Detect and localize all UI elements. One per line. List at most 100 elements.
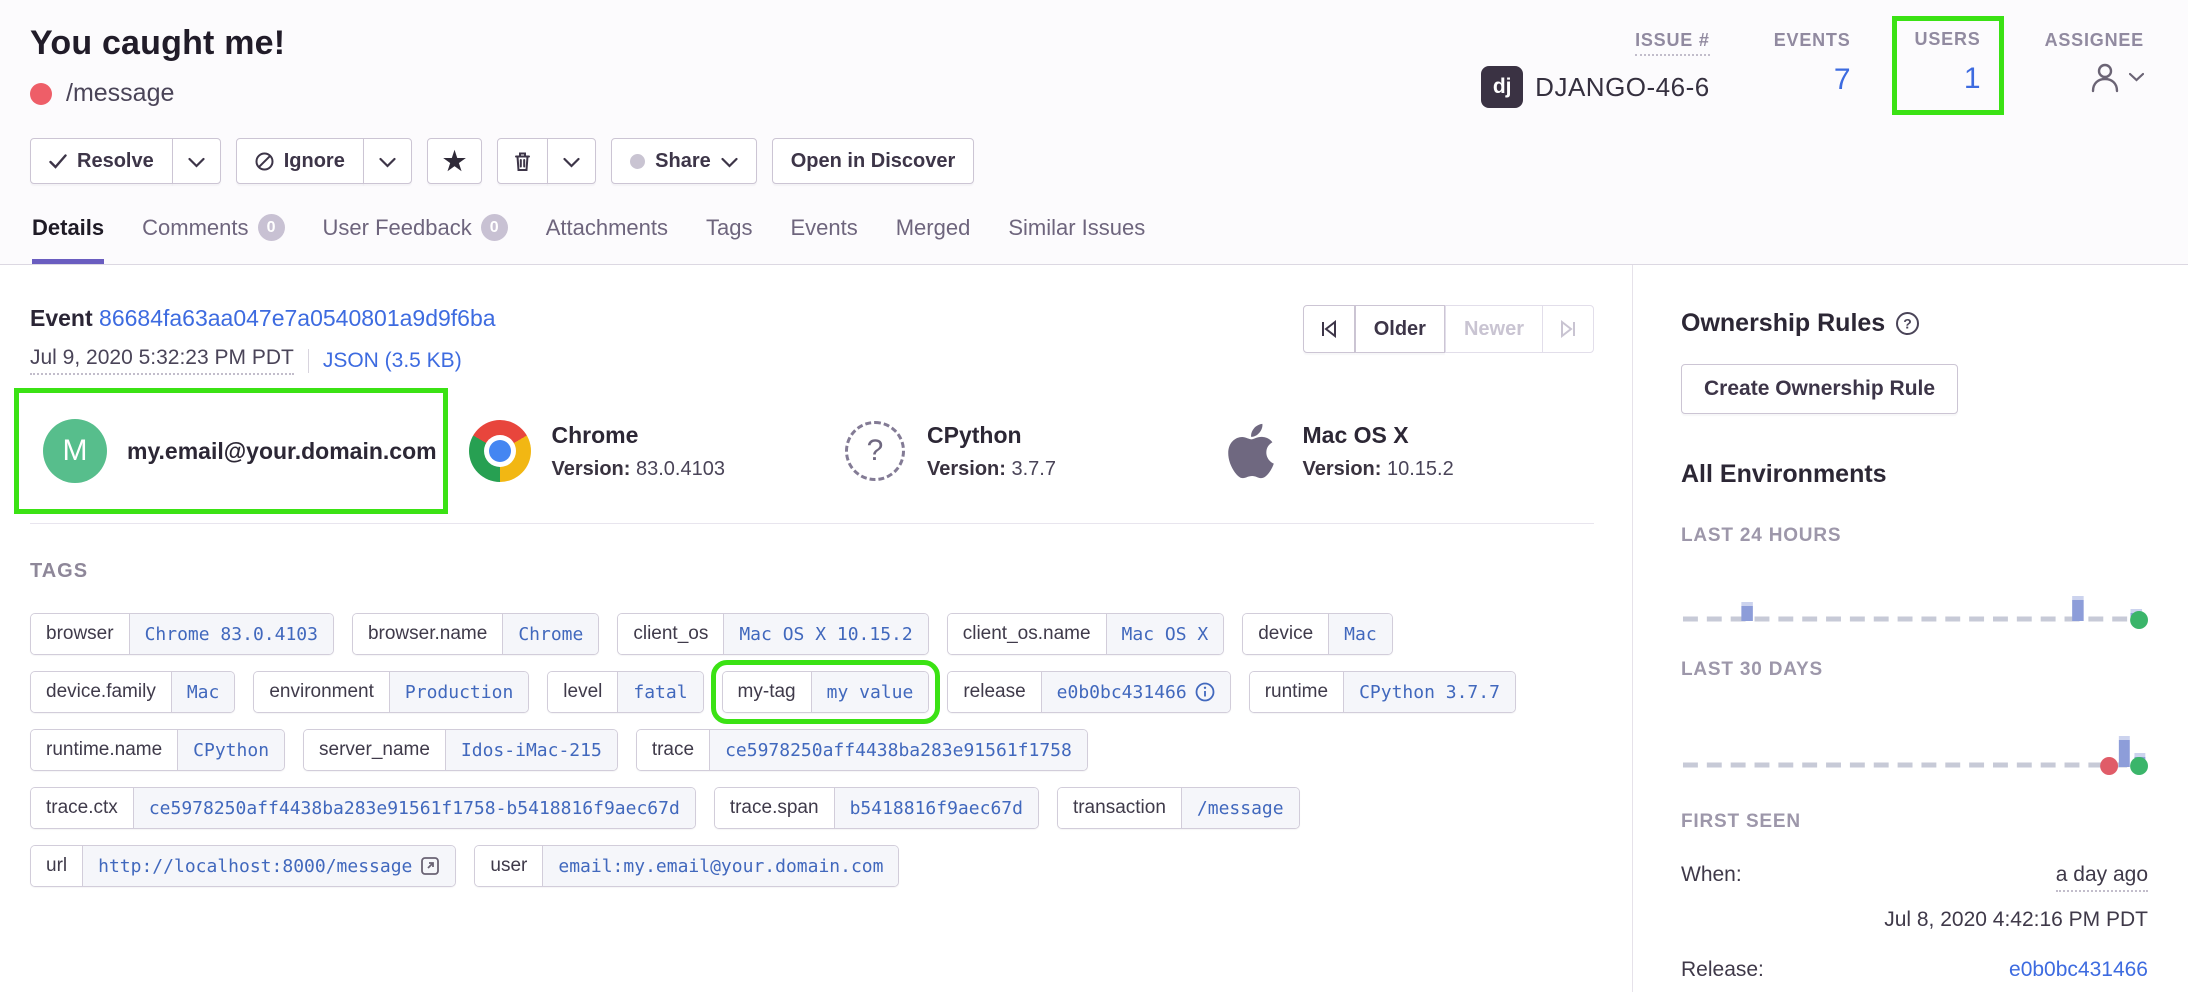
tag-key: browser.name	[353, 614, 502, 654]
assignee-dropdown[interactable]	[2087, 59, 2144, 95]
tag-key: trace.span	[715, 788, 834, 828]
stat-issue-number: ISSUE # dj DJANGO-46-6	[1481, 30, 1710, 108]
tag-pill: transaction /message	[1057, 787, 1300, 829]
tag-value-link[interactable]: b5418816f9aec67d	[834, 788, 1038, 828]
ban-icon	[255, 152, 274, 171]
tab-badge: 0	[481, 214, 508, 241]
tag-value-link[interactable]: Mac	[1328, 614, 1392, 654]
tag-pill: trace ce5978250aff4438ba283e91561f1758	[636, 729, 1088, 771]
tag-value-link[interactable]: CPython 3.7.7	[1343, 672, 1515, 712]
tag-pill: runtime.name CPython	[30, 729, 285, 771]
tab-list: Details Comments 0 User Feedback 0 Attac…	[30, 214, 2148, 264]
ignore-dropdown-button[interactable]	[363, 138, 412, 184]
tag-key: level	[548, 672, 617, 712]
tag-pill: level fatal	[547, 671, 703, 713]
newer-event-button[interactable]: Newer	[1445, 305, 1543, 353]
resolve-dropdown-button[interactable]	[172, 138, 221, 184]
event-json-link[interactable]: JSON (3.5 KB)	[323, 349, 462, 373]
chevron-down-icon	[2129, 72, 2144, 82]
tag-key: device	[1243, 614, 1328, 654]
resolve-button[interactable]: Resolve	[30, 138, 173, 184]
django-project-icon: dj	[1481, 66, 1523, 108]
last-24-hours-label: LAST 24 HOURS	[1681, 525, 2148, 547]
first-seen-release-link[interactable]: e0b0bc431466	[2009, 958, 2148, 982]
tag-value-link[interactable]: CPython	[177, 730, 284, 770]
tag-pill: trace.span b5418816f9aec67d	[714, 787, 1039, 829]
tag-value-link[interactable]: ce5978250aff4438ba283e91561f1758-b541881…	[133, 788, 695, 828]
tag-value-link[interactable]: Production	[389, 672, 528, 712]
tab-tags[interactable]: Tags	[706, 214, 752, 264]
browser-context-card: Chrome Version: 83.0.4103	[468, 419, 844, 483]
divider	[308, 349, 309, 373]
tab-details[interactable]: Details	[32, 214, 104, 264]
event-timestamp: Jul 9, 2020 5:32:23 PM PDT	[30, 346, 294, 375]
tag-value-link[interactable]: Chrome	[502, 614, 598, 654]
skip-to-latest-button[interactable]	[1542, 305, 1594, 353]
older-event-button[interactable]: Older	[1355, 305, 1445, 353]
issue-sidebar: Ownership Rules ? Create Ownership Rule …	[1632, 265, 2188, 992]
tab-merged[interactable]: Merged	[896, 214, 971, 264]
share-button[interactable]: Share	[611, 138, 757, 184]
tag-key: my-tag	[723, 672, 811, 712]
tag-value-link[interactable]: /message	[1181, 788, 1299, 828]
tag-value-link[interactable]: Mac	[171, 672, 235, 712]
chevron-down-icon	[379, 157, 396, 168]
tag-value-link[interactable]: fatal	[617, 672, 702, 712]
stat-users: USERS 1	[1915, 29, 1981, 96]
last-30-days-sparkline	[1681, 731, 2148, 775]
tag-value-link[interactable]: Idos-iMac-215	[445, 730, 617, 770]
tag-value-link[interactable]: Mac OS X	[1106, 614, 1224, 654]
tab-attachments[interactable]: Attachments	[546, 214, 668, 264]
tab-label: Similar Issues	[1008, 215, 1145, 241]
tag-value-link[interactable]: Chrome 83.0.4103	[129, 614, 333, 654]
apple-icon	[1224, 420, 1278, 482]
events-label: EVENTS	[1774, 30, 1851, 51]
first-seen-absolute: Jul 8, 2020 4:42:16 PM PDT	[1681, 908, 2148, 932]
tab-label: Comments	[142, 215, 248, 241]
tag-value-link[interactable]: my value	[811, 672, 929, 712]
bookmark-star-button[interactable]: ★	[427, 138, 482, 184]
tab-label: Events	[790, 215, 857, 241]
tag-pill: device.family Mac	[30, 671, 235, 713]
tag-pill: device Mac	[1242, 613, 1392, 655]
tag-key: runtime	[1250, 672, 1343, 712]
external-link-icon[interactable]	[420, 856, 440, 876]
event-pagination: Older Newer	[1303, 305, 1594, 353]
tab-events[interactable]: Events	[790, 214, 857, 264]
stat-events: EVENTS 7	[1774, 30, 1851, 97]
events-count-link[interactable]: 7	[1834, 63, 1851, 97]
delete-button[interactable]	[497, 138, 548, 184]
tab-similar-issues[interactable]: Similar Issues	[1008, 214, 1145, 264]
ignore-button[interactable]: Ignore	[236, 138, 364, 184]
tab-comments[interactable]: Comments 0	[142, 214, 284, 264]
delete-dropdown-button[interactable]	[547, 138, 596, 184]
event-id-link[interactable]: 86684fa63aa047e7a0540801a9d9f6ba	[99, 305, 496, 331]
tag-value-link[interactable]: Mac OS X 10.15.2	[723, 614, 927, 654]
when-label: When:	[1681, 863, 1742, 887]
skip-to-first-icon	[1319, 320, 1339, 338]
action-toolbar: Resolve Ignore ★	[30, 138, 2148, 184]
tags-section-title: TAGS	[30, 560, 1594, 583]
tag-pill: environment Production	[253, 671, 529, 713]
tab-badge: 0	[258, 214, 285, 241]
help-icon[interactable]: ?	[1895, 311, 1920, 336]
os-version: 10.15.2	[1387, 458, 1454, 480]
tag-pill: my-tag my value	[722, 671, 930, 713]
create-ownership-rule-button[interactable]: Create Ownership Rule	[1681, 364, 1958, 414]
tag-key: user	[475, 846, 542, 886]
tag-value-link[interactable]: e0b0bc431466	[1041, 672, 1230, 712]
environments-title: All Environments	[1681, 460, 2148, 489]
oldest-event-button[interactable]	[1303, 305, 1355, 353]
tag-value-link[interactable]: ce5978250aff4438ba283e91561f1758	[709, 730, 1087, 770]
info-icon[interactable]	[1195, 682, 1215, 702]
chrome-icon	[469, 420, 531, 482]
tag-value-link[interactable]: email:my.email@your.domain.com	[542, 846, 898, 886]
user-outline-icon	[2087, 59, 2123, 95]
issue-header: You caught me! /message ISSUE # dj DJANG…	[0, 0, 2188, 265]
tag-pill: browser Chrome 83.0.4103	[30, 613, 334, 655]
open-in-discover-button[interactable]: Open in Discover	[772, 138, 975, 184]
tab-user-feedback[interactable]: User Feedback 0	[323, 214, 508, 264]
runtime-version: 3.7.7	[1011, 458, 1055, 480]
tag-value-link[interactable]: http://localhost:8000/message	[82, 846, 455, 886]
users-count-link[interactable]: 1	[1964, 62, 1981, 96]
